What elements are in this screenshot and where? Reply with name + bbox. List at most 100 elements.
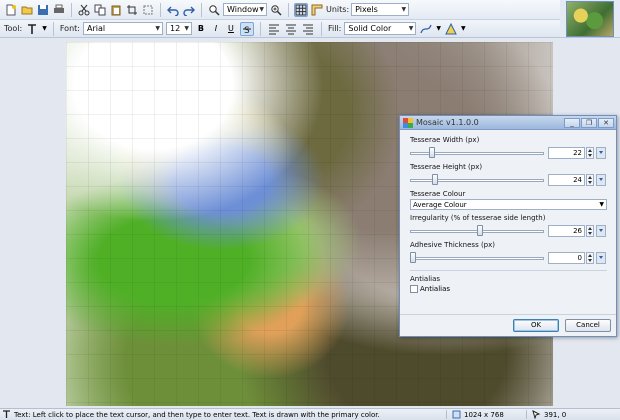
close-icon[interactable]: ✕	[598, 117, 614, 128]
toolbar-divider	[160, 2, 161, 17]
mosaic-plugin-icon	[403, 117, 413, 128]
tesserae-width-slider-thumb[interactable]	[429, 147, 435, 158]
cursor-position-value: 391, 0	[544, 410, 567, 419]
chevron-down-icon: ▼	[259, 6, 264, 13]
tesserae-colour-label: Tesserae Colour	[410, 190, 466, 198]
ruler-icon[interactable]	[310, 3, 324, 17]
font-size-select[interactable]: 12 ▼	[165, 22, 192, 35]
reset-icon[interactable]	[596, 174, 606, 186]
image-size-indicator: 1024 x 768	[452, 410, 504, 419]
redo-icon[interactable]	[182, 3, 196, 17]
dialog-title: Mosaic v1.1.0.0	[416, 118, 479, 127]
text-tool-icon	[2, 410, 11, 419]
tesserae-height-slider-thumb[interactable]	[432, 174, 438, 185]
zoom-select-value: Window	[227, 5, 259, 14]
underline-button[interactable]: U	[225, 22, 237, 35]
chevron-down-icon: ▼	[599, 201, 604, 208]
irregularity-slider-thumb[interactable]	[477, 225, 483, 236]
chevron-down-icon: ▼	[401, 6, 407, 13]
reset-icon[interactable]	[596, 147, 606, 159]
save-icon[interactable]	[36, 3, 50, 17]
toolbar-divider	[259, 21, 261, 36]
antialiasing-icon[interactable]	[444, 22, 458, 36]
text-tool-icon[interactable]	[25, 22, 39, 36]
adhesive-thickness-slider-thumb[interactable]	[410, 252, 416, 263]
antialias-group-label: Antialias	[410, 275, 441, 283]
tesserae-colour-select[interactable]: Average Colour ▼	[410, 199, 607, 210]
restore-icon[interactable]: ❐	[581, 117, 597, 128]
adhesive-thickness-slider[interactable]	[410, 257, 544, 260]
font-size-value: 12	[169, 24, 181, 33]
antialias-checkbox[interactable]	[410, 285, 418, 293]
toolbar-divider	[71, 2, 72, 17]
deselect-icon[interactable]	[141, 3, 155, 17]
new-file-icon[interactable]	[4, 3, 18, 17]
italic-button[interactable]: I	[210, 22, 222, 35]
font-label: Font:	[59, 24, 80, 33]
fill-mode-value: Solid Color	[348, 24, 392, 33]
cursor-position-indicator: 391, 0	[532, 410, 566, 419]
zoom-in-icon[interactable]	[269, 3, 283, 17]
toolbar-divider	[201, 2, 202, 17]
tesserae-height-spinner[interactable]	[586, 174, 594, 186]
cut-icon[interactable]	[77, 3, 91, 17]
align-left-icon[interactable]	[267, 22, 281, 36]
status-divider	[446, 410, 447, 419]
bold-button[interactable]: B	[195, 22, 207, 35]
units-label: Units:	[326, 5, 350, 14]
chevron-down-icon[interactable]: ▼	[42, 25, 47, 32]
dialog-titlebar[interactable]: Mosaic v1.1.0.0 _ ❐ ✕	[400, 116, 616, 130]
copy-icon[interactable]	[93, 3, 107, 17]
chevron-down-icon: ▼	[184, 25, 189, 32]
svg-text:S: S	[244, 26, 250, 35]
tesserae-height-slider[interactable]	[410, 179, 544, 182]
chevron-down-icon[interactable]: ▼	[461, 25, 466, 32]
tesserae-width-input[interactable]: 22	[548, 147, 585, 159]
paste-icon[interactable]	[109, 3, 123, 17]
main-toolbar: Window ▼ Units: Pixels ▼	[0, 0, 560, 20]
grid-icon[interactable]	[294, 2, 308, 17]
image-thumbnail[interactable]	[566, 1, 614, 37]
irregularity-spinner[interactable]	[586, 225, 594, 237]
fill-label: Fill:	[327, 24, 342, 33]
irregularity-input[interactable]: 26	[548, 225, 585, 237]
tesserae-width-label: Tesserae Width (px)	[410, 136, 480, 144]
tool-label: Tool:	[4, 24, 23, 33]
line-curve-icon[interactable]	[419, 22, 433, 36]
print-icon[interactable]	[52, 3, 66, 17]
chevron-down-icon[interactable]: ▼	[436, 25, 441, 32]
cancel-button[interactable]: Cancel	[565, 319, 611, 332]
zoom-icon[interactable]	[207, 3, 221, 17]
fill-mode-select[interactable]: Solid Color ▼	[344, 22, 417, 35]
adhesive-thickness-spinner[interactable]	[586, 252, 594, 264]
toolbar-divider	[52, 21, 54, 36]
open-folder-icon[interactable]	[20, 3, 34, 17]
undo-icon[interactable]	[166, 3, 180, 17]
minimize-icon[interactable]: _	[564, 117, 580, 128]
mosaic-dialog: Mosaic v1.1.0.0 _ ❐ ✕ Tesserae Width (px…	[399, 115, 617, 337]
font-family-select[interactable]: Arial ▼	[82, 22, 163, 35]
dialog-footer: OK Cancel	[400, 314, 616, 336]
align-right-icon[interactable]	[301, 22, 315, 36]
tesserae-width-spinner[interactable]	[586, 147, 594, 159]
tesserae-height-input[interactable]: 24	[548, 174, 585, 186]
section-divider	[410, 270, 607, 271]
align-center-icon[interactable]	[284, 22, 298, 36]
units-select[interactable]: Pixels ▼	[351, 3, 410, 16]
strikethrough-icon[interactable]: S	[239, 21, 254, 36]
irregularity-label: Irregularity (% of tesserae side length)	[410, 214, 546, 222]
zoom-select[interactable]: Window ▼	[223, 3, 267, 16]
antialias-checkbox-label: Antialias	[420, 285, 451, 293]
font-family-value: Arial	[86, 24, 106, 33]
reset-icon[interactable]	[596, 252, 606, 264]
adhesive-thickness-label: Adhesive Thickness (px)	[410, 241, 495, 249]
status-bar: Text: Left click to place the text curso…	[0, 408, 620, 420]
adhesive-thickness-input[interactable]: 0	[548, 252, 585, 264]
reset-icon[interactable]	[596, 225, 606, 237]
ok-button[interactable]: OK	[513, 319, 559, 332]
tesserae-width-row: 22	[410, 145, 608, 161]
crop-icon[interactable]	[125, 3, 139, 17]
antialias-option[interactable]: Antialias	[410, 284, 608, 294]
chevron-down-icon: ▼	[408, 25, 414, 32]
toolbar-divider	[320, 21, 322, 36]
